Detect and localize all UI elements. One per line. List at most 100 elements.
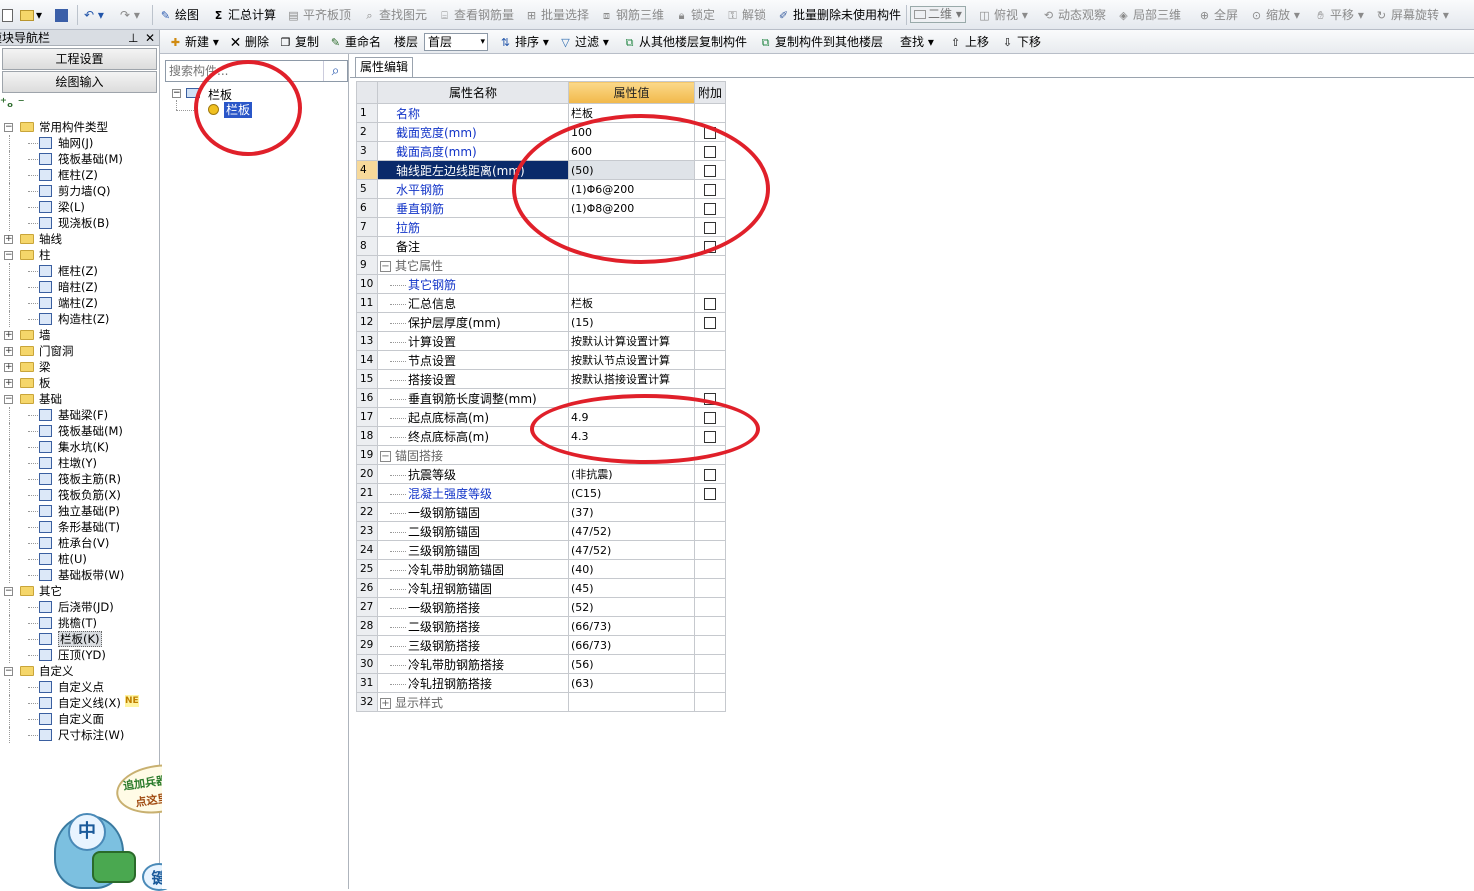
open-folder-icon[interactable]: ▾: [20, 5, 42, 25]
property-value[interactable]: (非抗震): [568, 464, 695, 484]
pan-button[interactable]: ✋︎ 平移 ▾: [1313, 5, 1364, 25]
property-row[interactable]: 10 其它钢筋: [356, 274, 726, 294]
property-value[interactable]: (37): [568, 502, 695, 522]
lock-button[interactable]: 🔒︎ 锁定: [674, 5, 715, 25]
tree-folder[interactable]: − 其它: [0, 583, 158, 599]
move-down-button[interactable]: ⇩ 下移: [1000, 33, 1041, 51]
extra-checkbox[interactable]: [704, 297, 716, 310]
collapse-icon[interactable]: −: [4, 251, 13, 260]
expand-icon[interactable]: +: [4, 347, 13, 356]
tree-item[interactable]: 自定义线(X) NE: [0, 695, 158, 711]
tree-folder[interactable]: + 梁: [0, 359, 158, 375]
tree-item[interactable]: 梁(L): [0, 199, 158, 215]
tree-folder[interactable]: − 基础: [0, 391, 158, 407]
tree-item[interactable]: 集水坑(K): [0, 439, 158, 455]
tree-item[interactable]: 栏板(K): [0, 631, 158, 647]
close-icon[interactable]: ✕: [145, 30, 155, 46]
tree-item[interactable]: 后浇带(JD): [0, 599, 158, 615]
tree-item[interactable]: 尺寸标注(W): [0, 727, 158, 743]
property-value[interactable]: (15): [568, 312, 695, 332]
property-value[interactable]: 栏板: [568, 293, 695, 313]
copy-to-floor-button[interactable]: ⧉ 复制构件到其他楼层: [758, 33, 883, 51]
tree-folder[interactable]: − 常用构件类型: [0, 119, 158, 135]
property-value[interactable]: [568, 274, 695, 294]
property-row[interactable]: 30 冷轧带肋钢筋搭接 (56): [356, 654, 726, 674]
tree-folder[interactable]: + 门窗洞: [0, 343, 158, 359]
tree-item[interactable]: 筏板基础(M): [0, 423, 158, 439]
zoom-button[interactable]: ⊙ 缩放 ▾: [1249, 5, 1300, 25]
copy-button[interactable]: ❐ 复制: [278, 33, 319, 51]
property-row[interactable]: 13 计算设置 按默认计算设置计算: [356, 331, 726, 351]
new-button[interactable]: ✚ 新建 ▾: [168, 33, 219, 51]
find-element-button[interactable]: ⌕ 查找图元: [362, 5, 427, 25]
property-row[interactable]: 15 搭接设置 按默认搭接设置计算: [356, 369, 726, 389]
tree-item[interactable]: 框柱(Z): [0, 263, 158, 279]
property-row[interactable]: 24 三级钢筋锚固 (47/52): [356, 540, 726, 560]
property-value[interactable]: (47/52): [568, 521, 695, 541]
expand-collapse-icons[interactable]: ⁺ₒ ⁻: [0, 96, 25, 112]
view-mode-select[interactable]: 二维 ▾: [910, 6, 966, 23]
expand-icon[interactable]: +: [380, 697, 391, 709]
property-value[interactable]: (47/52): [568, 540, 695, 560]
expand-icon[interactable]: +: [4, 235, 13, 244]
copy-from-floor-button[interactable]: ⧉ 从其他楼层复制构件: [622, 33, 747, 51]
redo-icon[interactable]: ↷ ▾: [120, 5, 140, 25]
sort-button[interactable]: ⇅ 排序 ▾: [498, 33, 549, 51]
sum-calc-button[interactable]: Σ 汇总计算: [211, 5, 276, 25]
save-icon[interactable]: [55, 5, 70, 25]
expand-icon[interactable]: +: [4, 331, 13, 340]
tree-item[interactable]: 剪力墙(Q): [0, 183, 158, 199]
collapse-icon[interactable]: −: [4, 123, 13, 132]
tree-item[interactable]: 柱墩(Y): [0, 455, 158, 471]
tree-item[interactable]: 筏板主筋(R): [0, 471, 158, 487]
tree-item[interactable]: 构造柱(Z): [0, 311, 158, 327]
tree-item[interactable]: 自定义点: [0, 679, 158, 695]
tree-folder[interactable]: + 轴线: [0, 231, 158, 247]
property-value[interactable]: (66/73): [568, 616, 695, 636]
tree-item[interactable]: 条形基础(T): [0, 519, 158, 535]
unlock-button[interactable]: ⚿ 解锁: [725, 5, 766, 25]
tree-item[interactable]: 筏板负筋(X): [0, 487, 158, 503]
expand-icon[interactable]: +: [4, 379, 13, 388]
collapse-icon[interactable]: −: [4, 395, 13, 404]
pin-icon[interactable]: ⊥: [128, 30, 138, 46]
extra-checkbox[interactable]: [704, 316, 716, 329]
property-value[interactable]: (52): [568, 597, 695, 617]
tree-item[interactable]: 基础梁(F): [0, 407, 158, 423]
undo-icon[interactable]: ↶ ▾: [84, 5, 104, 25]
property-row[interactable]: 11 汇总信息 栏板: [356, 293, 726, 313]
project-settings-button[interactable]: 工程设置: [2, 48, 157, 70]
tree-item[interactable]: 筏板基础(M): [0, 151, 158, 167]
tree-folder[interactable]: − 柱: [0, 247, 158, 263]
filter-button[interactable]: ▽ 过滤 ▾: [558, 33, 609, 51]
tab-property-edit[interactable]: 属性编辑: [355, 57, 414, 77]
tree-item[interactable]: 桩(U): [0, 551, 158, 567]
collapse-icon[interactable]: −: [4, 667, 13, 676]
property-value[interactable]: 按默认节点设置计算: [568, 350, 695, 370]
property-value[interactable]: (45): [568, 578, 695, 598]
tree-item[interactable]: 轴网(J): [0, 135, 158, 151]
property-value[interactable]: (63): [568, 673, 695, 693]
batch-select-button[interactable]: ⊞ 批量选择: [524, 5, 589, 25]
tree-folder[interactable]: + 板: [0, 375, 158, 391]
collapse-icon[interactable]: −: [380, 450, 391, 462]
property-value[interactable]: 按默认计算设置计算: [568, 331, 695, 351]
find-button[interactable]: 查找 ▾: [900, 33, 934, 51]
expand-icon[interactable]: +: [4, 363, 13, 372]
property-row[interactable]: 20 抗震等级 (非抗震): [356, 464, 726, 484]
collapse-icon[interactable]: −: [380, 260, 391, 272]
property-row[interactable]: 21 混凝土强度等级 (C15): [356, 483, 726, 503]
property-row[interactable]: 12 保护层厚度(mm) (15): [356, 312, 726, 332]
extra-checkbox[interactable]: [704, 468, 716, 481]
tree-item[interactable]: 框柱(Z): [0, 167, 158, 183]
tree-item[interactable]: 端柱(Z): [0, 295, 158, 311]
view-rebar-button[interactable]: ⌸ 查看钢筋量: [437, 5, 514, 25]
search-icon[interactable]: ⌕: [323, 61, 347, 81]
tree-collapse-icon[interactable]: −: [172, 89, 181, 98]
property-row[interactable]: 32 + 显示样式: [356, 692, 726, 712]
tree-item[interactable]: 压顶(YD): [0, 647, 158, 663]
new-file-icon[interactable]: [2, 5, 15, 25]
local-3d-button[interactable]: ◈ 局部三维: [1116, 5, 1181, 25]
property-row[interactable]: 27 一级钢筋搭接 (52): [356, 597, 726, 617]
tree-item[interactable]: 自定义面: [0, 711, 158, 727]
